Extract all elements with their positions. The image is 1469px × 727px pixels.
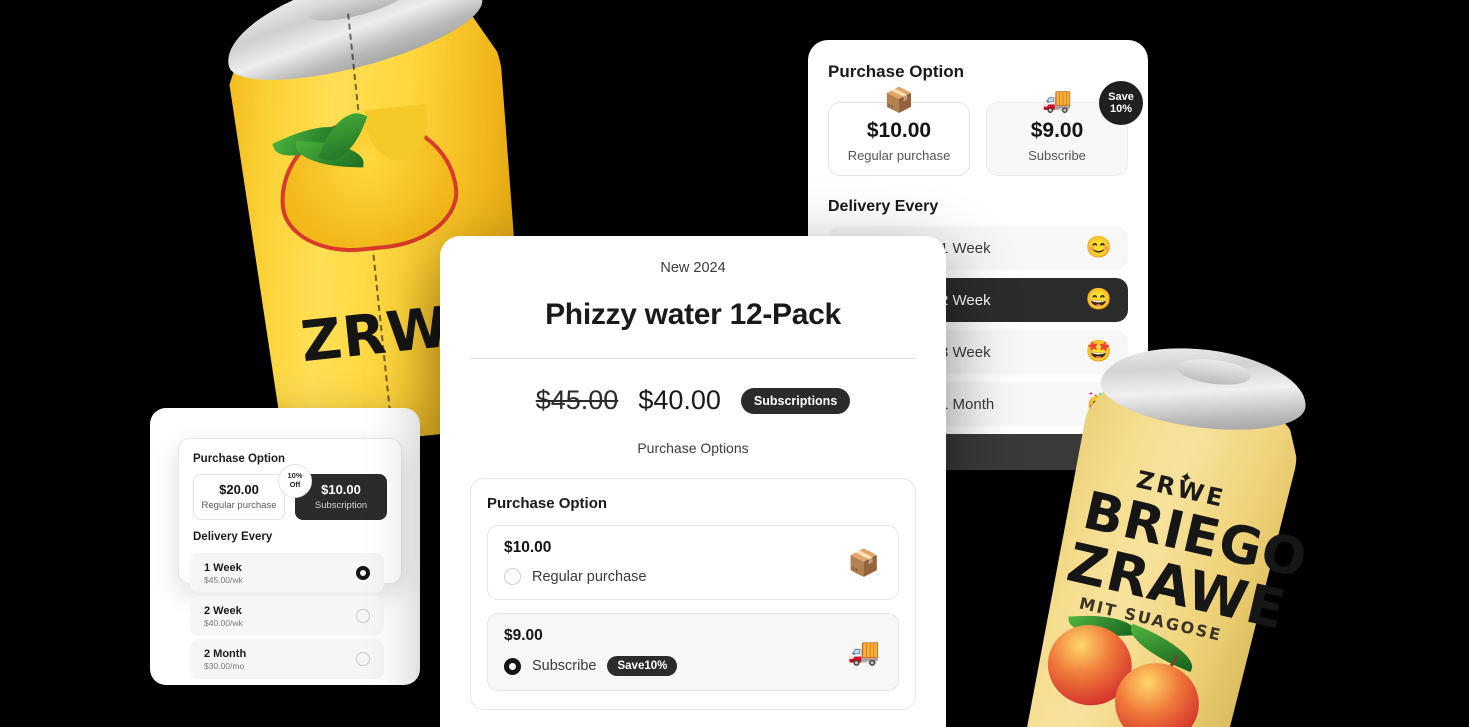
delivery-title: 2 Month (204, 647, 247, 660)
current-price: $40.00 (638, 385, 721, 415)
option-label: Subscription (314, 500, 368, 511)
divider (470, 358, 916, 359)
product-detail-card: New 2024 Phizzy water 12-Pack $45.00 $40… (440, 236, 946, 727)
package-box-icon: 📦 (847, 547, 880, 577)
delivery-row-1-week[interactable]: 1 Week $45.00/wk (190, 553, 384, 593)
package-box-icon: 📦 (884, 87, 914, 114)
purchase-option-heading: Purchase Option (193, 453, 286, 465)
option-price: $9.00 (1030, 119, 1084, 142)
purchase-option-heading: Purchase Option (828, 62, 965, 81)
subscriptions-badge: Subscriptions (740, 387, 851, 414)
delivery-rate: $30.00/mo (204, 660, 245, 671)
delivery-title: 2 Week (204, 604, 242, 617)
delivery-truck-icon: 🚚 (1042, 87, 1072, 114)
delivery-options-list-bottom-left: 1 Week $45.00/wk 2 Week $40.00/wk 2 Mont… (190, 553, 384, 681)
save-chip: Save10% (607, 656, 678, 676)
option-price: $10.00 (504, 539, 552, 556)
delivery-rate: $40.00/wk (204, 617, 243, 628)
option-label: Regular purchase (201, 500, 277, 511)
product-title: Phizzy water 12-Pack (545, 298, 841, 331)
smiling-face-icon: 😊 (1085, 236, 1112, 259)
radio-icon[interactable] (356, 652, 370, 666)
radio-icon[interactable] (356, 609, 370, 623)
purchase-option-subscription[interactable]: 10% Off $10.00 Subscription (278, 464, 387, 520)
delivery-rate: $45.00/wk (204, 574, 243, 585)
purchase-option-group: $20.00 Regular purchase 10% Off $10.00 S… (193, 464, 387, 520)
save-badge-line1: Save (1108, 90, 1134, 103)
delivery-label: 1 Week (940, 239, 991, 257)
delivery-every-heading: Delivery Every (828, 198, 939, 215)
discount-badge-line2: Off (289, 480, 301, 489)
delivery-row-2-month[interactable]: 2 Month $30.00/mo (190, 639, 384, 679)
option-label: Subscribe (532, 658, 597, 674)
delivery-every-heading: Delivery Every (193, 531, 273, 543)
price-row: $45.00 $40.00 Subscriptions (470, 385, 916, 416)
purchase-option-subscribe[interactable]: 🚚 Save 10% $9.00 Subscribe (986, 81, 1143, 176)
radio-icon[interactable] (504, 568, 521, 585)
option-price: $9.00 (504, 627, 543, 644)
product-eyebrow: New 2024 (660, 260, 726, 276)
delivery-label: 2 Week (940, 291, 991, 309)
option-label: Regular purchase (532, 568, 647, 585)
option-label: Subscribe (1028, 148, 1086, 163)
option-label: Regular purchase (847, 148, 951, 163)
purchase-option-group: 📦 $10.00 Regular purchase 🚚 Save 10% $9.… (828, 81, 1143, 176)
grinning-face-icon: 😄 (1085, 288, 1112, 311)
screenshot-stage: ZRWE Purchase Option 📦 $10.00 Regular pu… (0, 0, 1469, 727)
purchase-option-regular[interactable]: 📦 $10.00 Regular purchase (828, 87, 970, 176)
option-price: $10.00 (866, 119, 932, 142)
save-badge: Save 10% (1099, 81, 1143, 125)
purchase-option-regular[interactable]: $20.00 Regular purchase (193, 474, 285, 520)
radio-selected-icon[interactable] (356, 566, 370, 580)
purchase-option-subscribe[interactable]: $9.00 Subscribe Save10% 🚚 (487, 613, 899, 691)
purchase-options-caption: Purchase Options (637, 440, 749, 456)
option-price: $20.00 (219, 482, 259, 497)
original-price: $45.00 (535, 385, 619, 415)
purchase-option-regular[interactable]: $10.00 Regular purchase 📦 (487, 525, 899, 600)
orange-slice-icon (265, 91, 470, 260)
delivery-row-2-week[interactable]: 2 Week $40.00/wk (190, 596, 384, 636)
radio-selected-icon[interactable] (504, 657, 521, 675)
delivery-title: 1 Week (204, 561, 242, 574)
purchase-option-panel: Purchase Option $10.00 Regular purchase … (470, 478, 916, 710)
delivery-truck-icon: 🚚 (847, 636, 880, 667)
discount-badge: 10% Off (278, 464, 312, 498)
save-badge-line2: 10% (1109, 103, 1133, 115)
purchase-option-heading: Purchase Option (487, 495, 608, 512)
